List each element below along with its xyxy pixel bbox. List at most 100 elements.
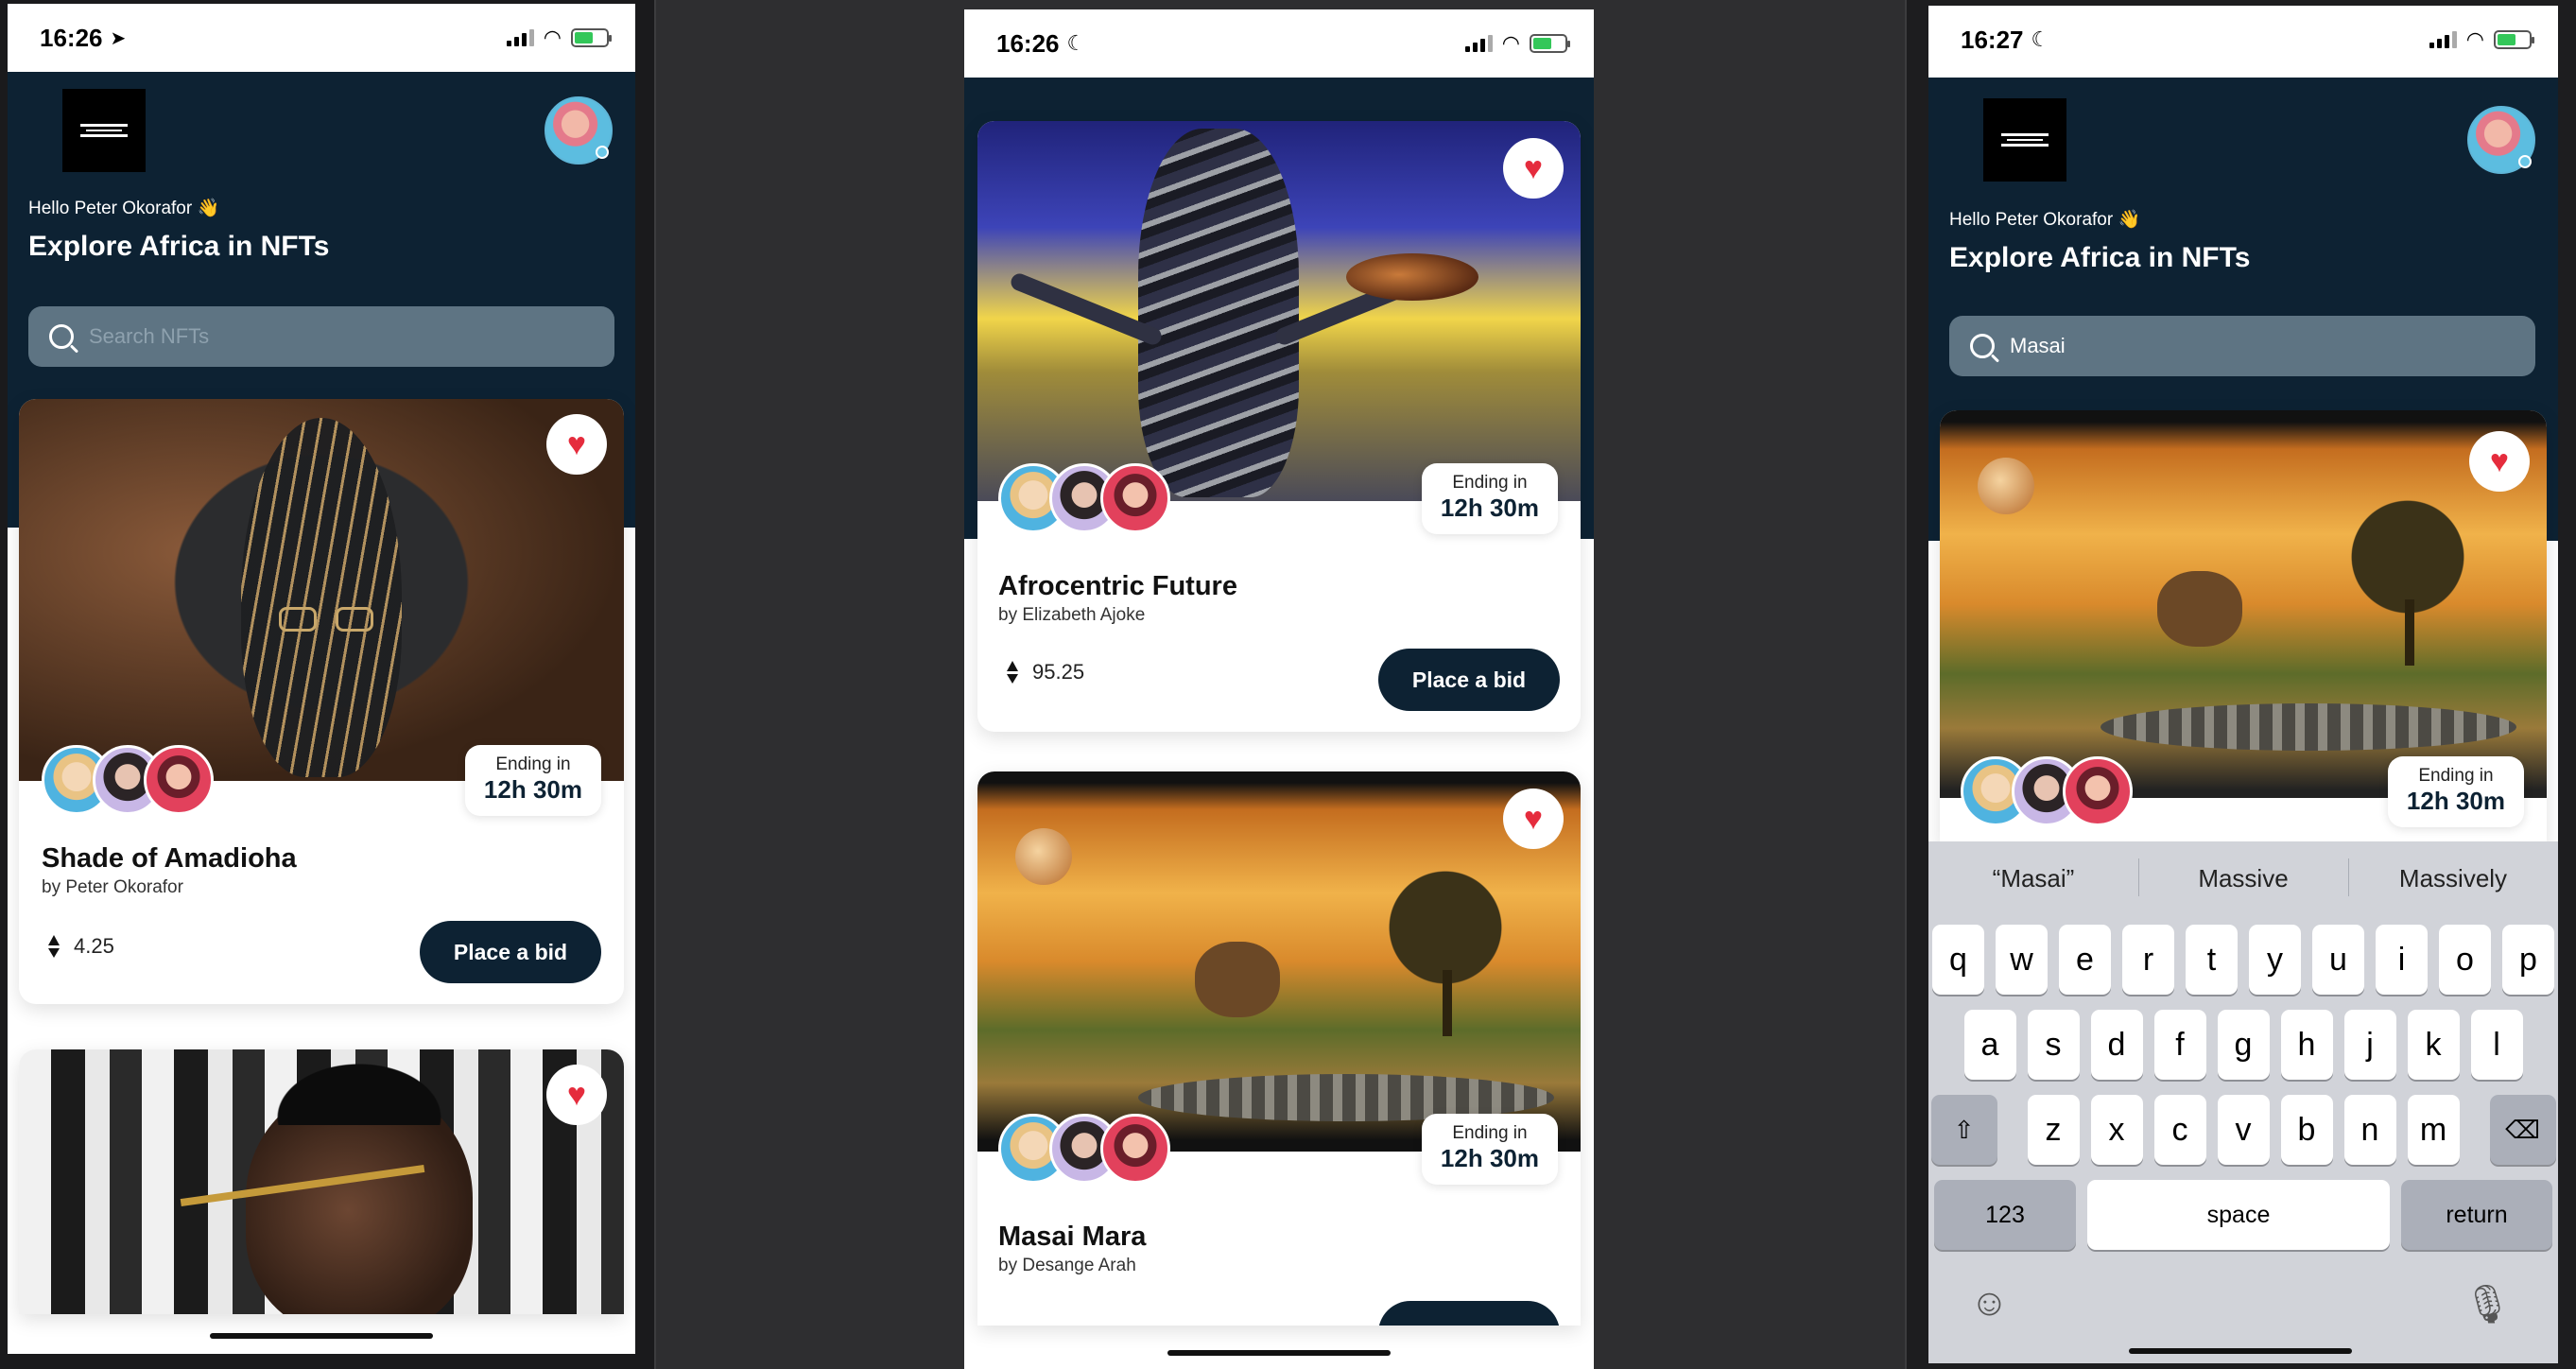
nft-artwork-mask[interactable] (19, 399, 624, 781)
emoji-icon[interactable]: ☺ (1970, 1282, 2009, 1325)
price-value: 95.25 (1032, 660, 1085, 684)
key-row-3: ⇧ z x c v b n m ⌫ (1928, 1095, 2558, 1165)
home-indicator (2129, 1348, 2352, 1354)
nft-card[interactable]: ♥ Ending in 12h 30m Shade of Amadioha by… (19, 399, 624, 1004)
key-t[interactable]: t (2186, 925, 2238, 995)
search-icon (49, 324, 74, 349)
profile-avatar[interactable] (2467, 106, 2535, 174)
battery-icon (1530, 34, 1570, 53)
ending-badge: Ending in 12h 30m (464, 745, 601, 816)
key-d[interactable]: d (2090, 1010, 2143, 1080)
nft-card[interactable]: ♥ Ending in 12h 30m (1940, 410, 2547, 845)
key-i[interactable]: i (2376, 925, 2428, 995)
signal-icon (506, 29, 534, 46)
place-bid-button[interactable]: Place a bid (1378, 649, 1560, 711)
ending-time: 12h 30m (1440, 494, 1539, 522)
search-input[interactable]: Masai (2010, 334, 2066, 358)
key-q[interactable]: q (1932, 925, 1984, 995)
place-bid-button-partial[interactable] (1378, 1301, 1560, 1326)
signal-icon (1464, 35, 1493, 52)
favorite-heart-icon[interactable]: ♥ (1503, 138, 1564, 199)
ending-label: Ending in (1452, 473, 1528, 493)
app-logo[interactable] (1983, 98, 2066, 182)
status-bar: 16:26 ➤ ◠ (8, 4, 635, 72)
app-logo[interactable] (62, 89, 146, 172)
price-value: 4.25 (74, 934, 114, 958)
key-row-1: q w e r t y u i o p (1928, 925, 2558, 995)
key-f[interactable]: f (2153, 1010, 2206, 1080)
key-v[interactable]: v (2217, 1095, 2270, 1165)
favorite-heart-icon[interactable]: ♥ (2469, 431, 2530, 492)
key-k[interactable]: k (2407, 1010, 2460, 1080)
nft-price: 4.25 (47, 934, 114, 959)
key-a[interactable]: a (1963, 1010, 2016, 1080)
return-key[interactable]: return (2401, 1180, 2552, 1250)
key-y[interactable]: y (2249, 925, 2301, 995)
nft-artwork-masai-mara[interactable] (977, 771, 1581, 1152)
suggestion-item[interactable]: “Masai” (1928, 864, 2138, 893)
microphone-icon[interactable]: 🎙 (2464, 1282, 2512, 1326)
bidder-avatar (144, 745, 214, 815)
profile-avatar[interactable] (545, 96, 613, 165)
nft-artwork-portrait[interactable] (19, 1049, 624, 1314)
favorite-heart-icon[interactable]: ♥ (546, 1065, 607, 1125)
search-input[interactable]: Search NFTs (89, 324, 209, 349)
key-w[interactable]: w (1996, 925, 2048, 995)
onscreen-keyboard: “Masai” Massive Massively q w e r t y u … (1928, 841, 2558, 1363)
nft-title: Shade of Amadioha (42, 843, 297, 874)
nft-card[interactable]: ♥ Ending in 12h 30m Afrocentric Future b… (977, 121, 1581, 732)
key-row-2: a s d f g h j k l (1928, 1010, 2558, 1080)
space-key[interactable]: space (2087, 1180, 2390, 1250)
numbers-key[interactable]: 123 (1934, 1180, 2076, 1250)
ending-label: Ending in (495, 754, 571, 774)
battery-icon (571, 28, 612, 47)
phone-screen-3: 16:27 ☾ ◠ Hello Peter Okorafor 👋 Explore … (1928, 6, 2558, 1363)
ending-time: 12h 30m (483, 775, 582, 804)
shift-key-icon[interactable]: ⇧ (1930, 1095, 1997, 1165)
battery-icon (2494, 30, 2534, 49)
favorite-heart-icon[interactable]: ♥ (546, 414, 607, 475)
place-bid-button[interactable]: Place a bid (420, 921, 601, 983)
page-title: Explore Africa in NFTs (1949, 242, 2251, 273)
key-x[interactable]: x (2090, 1095, 2143, 1165)
nft-card[interactable]: ♥ Ending in 12h 30m Masai Mara by Desang… (977, 771, 1581, 1326)
key-l[interactable]: l (2470, 1010, 2523, 1080)
key-row-4: 123 space return (1928, 1180, 2558, 1250)
nft-artwork-masai-mara[interactable] (1940, 410, 2547, 798)
key-h[interactable]: h (2280, 1010, 2333, 1080)
wifi-icon: ◠ (543, 26, 562, 49)
autocorrect-bar: “Masai” Massive Massively (1928, 841, 2558, 915)
bidder-avatar (1100, 463, 1170, 533)
ending-time: 12h 30m (2406, 787, 2505, 815)
greeting-text: Hello Peter Okorafor 👋 (28, 199, 220, 218)
nft-title: Afrocentric Future (998, 571, 1237, 601)
key-m[interactable]: m (2407, 1095, 2460, 1165)
key-b[interactable]: b (2280, 1095, 2333, 1165)
key-c[interactable]: c (2153, 1095, 2206, 1165)
key-o[interactable]: o (2439, 925, 2491, 995)
suggestion-item[interactable]: Massive (2138, 858, 2348, 896)
status-bar: 16:27 ☾ ◠ (1928, 6, 2558, 74)
favorite-heart-icon[interactable]: ♥ (1503, 788, 1564, 849)
search-bar[interactable]: Masai (1949, 316, 2535, 376)
search-bar[interactable]: Search NFTs (28, 306, 614, 367)
key-p[interactable]: p (2502, 925, 2554, 995)
nft-creator: by Elizabeth Ajoke (998, 605, 1146, 625)
nft-price: 95.25 (1006, 660, 1084, 684)
key-g[interactable]: g (2217, 1010, 2270, 1080)
backspace-key-icon[interactable]: ⌫ (2489, 1095, 2556, 1165)
nft-card[interactable]: ♥ (19, 1049, 624, 1314)
key-j[interactable]: j (2343, 1010, 2396, 1080)
nft-creator: by Peter Okorafor (42, 877, 183, 897)
key-n[interactable]: n (2343, 1095, 2396, 1165)
moon-icon: ☾ (1066, 31, 1086, 55)
key-u[interactable]: u (2312, 925, 2364, 995)
nft-artwork-afrocentric[interactable] (977, 121, 1581, 501)
bidder-avatars (42, 745, 214, 815)
suggestion-item[interactable]: Massively (2348, 858, 2558, 896)
ending-label: Ending in (2418, 766, 2494, 786)
key-e[interactable]: e (2059, 925, 2111, 995)
key-s[interactable]: s (2027, 1010, 2080, 1080)
key-r[interactable]: r (2122, 925, 2174, 995)
key-z[interactable]: z (2027, 1095, 2080, 1165)
